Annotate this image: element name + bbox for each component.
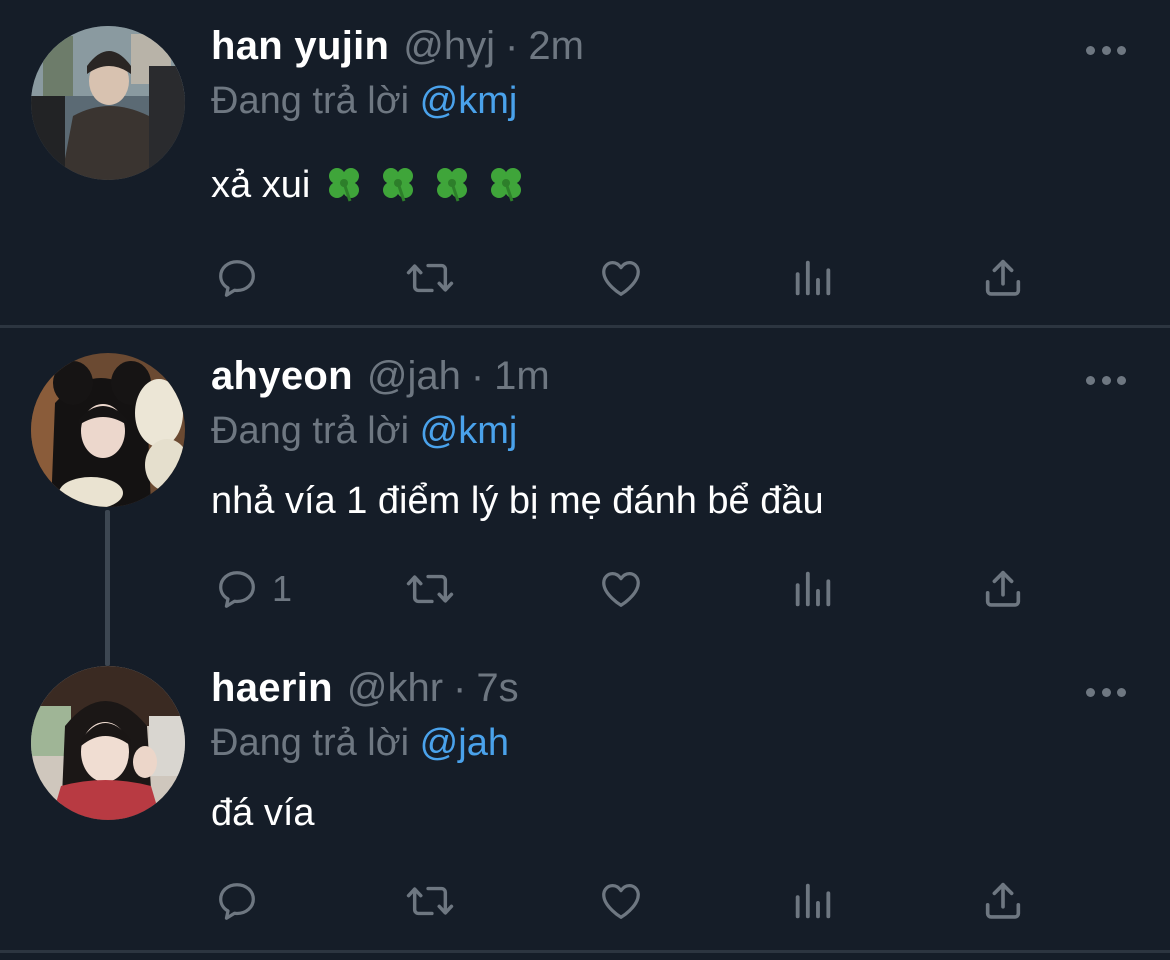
more-icon[interactable]: [1086, 686, 1126, 698]
reply-icon: [219, 260, 255, 297]
share-button[interactable]: [980, 253, 1026, 303]
display-name[interactable]: haerin: [211, 666, 333, 711]
tweet-actions: [0, 253, 1170, 303]
reply-icon: [219, 571, 255, 608]
tweet-text-content: nhả vía 1 điểm lý bị mẹ đánh bể đầu: [211, 480, 824, 522]
replying-to: Đang trả lời @kmj: [211, 80, 517, 123]
tweet-divider: [0, 950, 1170, 953]
timestamp[interactable]: 2m: [528, 24, 584, 69]
analytics-button[interactable]: [790, 876, 836, 926]
retweet-icon: [406, 263, 454, 293]
reply-button[interactable]: 1: [214, 564, 292, 614]
reply-mention-link[interactable]: @jah: [420, 722, 509, 764]
timestamp[interactable]: 1m: [494, 354, 550, 399]
retweet-icon: [406, 886, 454, 916]
avatar-khr[interactable]: [31, 666, 185, 820]
share-icon: [985, 882, 1021, 919]
tweet-text-content: xả xui: [211, 164, 311, 206]
tweet-hyj[interactable]: han yujin @hyj · 2m Đang trả lời @kmj xả…: [0, 0, 1170, 326]
retweet-button[interactable]: [404, 253, 456, 303]
user-handle[interactable]: @khr: [347, 666, 443, 711]
more-icon[interactable]: [1086, 374, 1126, 386]
analytics-icon: [795, 883, 831, 919]
display-name[interactable]: han yujin: [211, 24, 389, 69]
reply-button[interactable]: [214, 876, 272, 926]
four-leaf-clover-icon: [378, 163, 418, 203]
tweet-khr[interactable]: haerin @khr · 7s Đang trả lời @jah đá ví…: [0, 660, 1170, 950]
reply-mention-link[interactable]: @kmj: [420, 80, 518, 122]
share-icon: [985, 570, 1021, 607]
replying-to: Đang trả lời @jah: [211, 722, 509, 765]
reply-mention-link[interactable]: @kmj: [420, 410, 518, 452]
tweet-jah[interactable]: ahyeon @jah · 1m Đang trả lời @kmj nhả v…: [0, 328, 1170, 666]
replying-to-label: Đang trả lời: [211, 410, 410, 452]
analytics-button[interactable]: [790, 253, 836, 303]
separator-dot: ·: [470, 354, 485, 398]
retweet-button[interactable]: [404, 564, 456, 614]
timestamp[interactable]: 7s: [476, 666, 518, 711]
user-handle[interactable]: @hyj: [403, 24, 495, 69]
tweet-actions: [0, 876, 1170, 926]
like-icon: [602, 572, 640, 607]
tweet-text: đá vía: [211, 792, 315, 835]
share-icon: [985, 259, 1021, 296]
tweet-header: han yujin @hyj · 2m: [211, 24, 584, 74]
tweet-text-content: đá vía: [211, 792, 315, 834]
like-button[interactable]: [598, 876, 644, 926]
separator-dot: ·: [505, 24, 519, 68]
reply-icon: [219, 883, 255, 920]
more-icon[interactable]: [1086, 44, 1126, 56]
reply-count: 1: [272, 568, 293, 609]
like-button[interactable]: [598, 253, 644, 303]
tweet-text: xả xui: [211, 163, 526, 207]
share-button[interactable]: [980, 876, 1026, 926]
avatar-hyj[interactable]: [31, 26, 185, 180]
tweet-header: haerin @khr · 7s: [211, 666, 519, 716]
four-leaf-clover-icon: [432, 163, 472, 203]
four-leaf-clover-icon: [324, 163, 364, 203]
share-button[interactable]: [980, 564, 1026, 614]
user-handle[interactable]: @jah: [367, 354, 461, 399]
like-button[interactable]: [598, 564, 644, 614]
like-icon: [602, 884, 640, 919]
analytics-icon: [795, 260, 831, 296]
tweet-header: ahyeon @jah · 1m: [211, 354, 550, 404]
analytics-icon: [795, 571, 831, 607]
avatar-jah[interactable]: [31, 353, 185, 507]
tweet-feed: han yujin @hyj · 2m Đang trả lời @kmj xả…: [0, 0, 1170, 960]
replying-to-label: Đang trả lời: [211, 80, 410, 122]
retweet-button[interactable]: [404, 876, 456, 926]
four-leaf-clover-icon: [486, 163, 526, 203]
reply-button[interactable]: [214, 253, 272, 303]
retweet-icon: [406, 574, 454, 604]
tweet-actions: 1: [0, 564, 1170, 614]
tweet-text: nhả vía 1 điểm lý bị mẹ đánh bể đầu: [211, 480, 824, 523]
display-name[interactable]: ahyeon: [211, 354, 353, 399]
analytics-button[interactable]: [790, 564, 836, 614]
replying-to: Đang trả lời @kmj: [211, 410, 517, 453]
like-icon: [602, 261, 640, 296]
replying-to-label: Đang trả lời: [211, 722, 410, 764]
separator-dot: ·: [453, 666, 467, 710]
